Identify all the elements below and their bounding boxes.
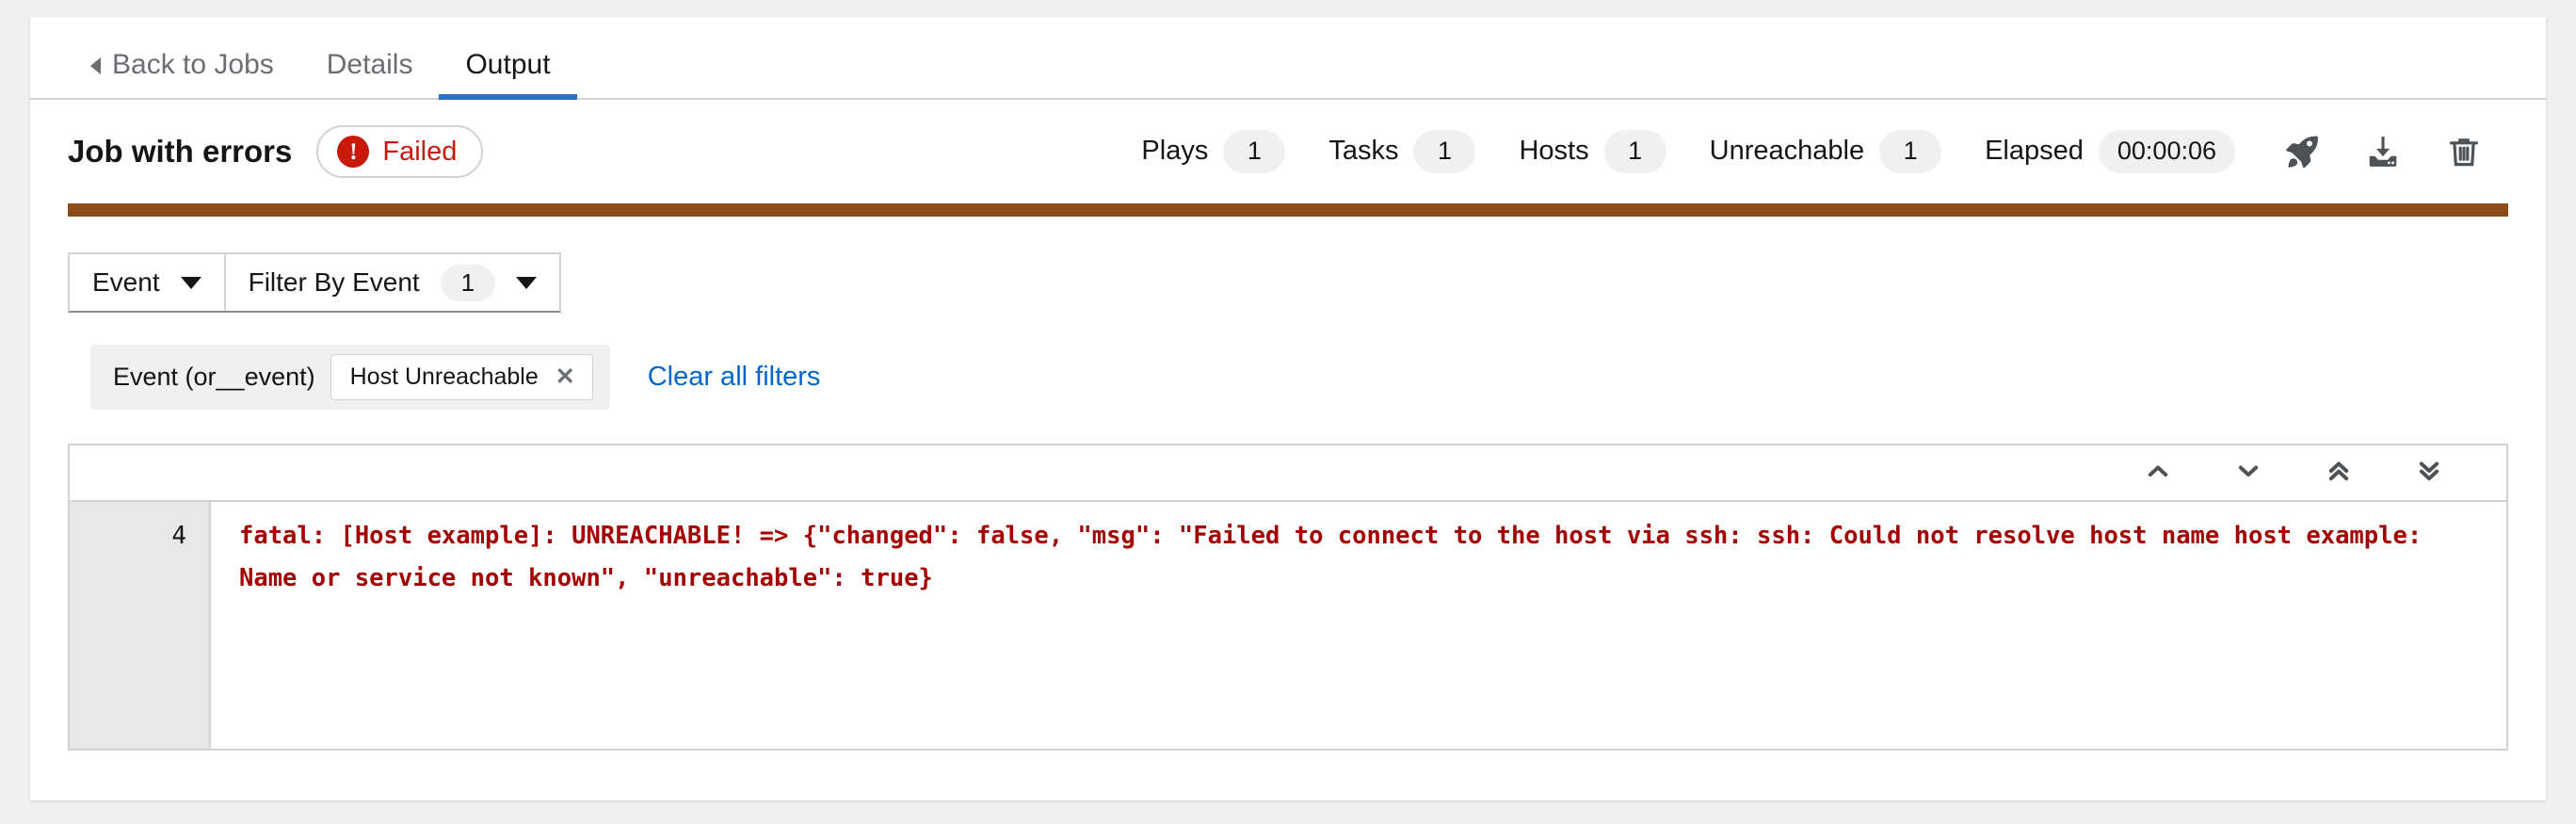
download-icon (2365, 134, 2401, 170)
scroll-previous-button[interactable] (2113, 446, 2203, 499)
stat-plays-value: 1 (1223, 130, 1285, 172)
stat-plays: Plays 1 (1141, 130, 1285, 172)
tab-details[interactable]: Details (300, 51, 440, 98)
output-panel: 4 fatal: [Host example]: UNREACHABLE! =>… (68, 444, 2508, 751)
scroll-first-button[interactable] (2294, 446, 2384, 499)
stat-hosts-value: 1 (1604, 130, 1666, 172)
close-icon[interactable]: ✕ (555, 365, 575, 389)
tab-output-label: Output (465, 51, 550, 79)
stat-tasks-value: 1 (1413, 130, 1475, 172)
stat-unreachable-label: Unreachable (1710, 136, 1864, 167)
output-nav-toolbar (70, 445, 2506, 502)
page-title: Job with errors (68, 134, 292, 170)
tab-back-to-jobs[interactable]: Back to Jobs (68, 51, 300, 98)
tab-bar: Back to Jobs Details Output (30, 17, 2546, 100)
filter-type-select[interactable]: Event (70, 254, 224, 311)
output-line-text: fatal: [Host example]: UNREACHABLE! => {… (211, 502, 2506, 749)
tab-output[interactable]: Output (439, 51, 576, 98)
tab-details-label: Details (327, 51, 413, 79)
stat-elapsed-label: Elapsed (1985, 136, 2084, 167)
stat-tasks: Tasks 1 (1328, 130, 1475, 172)
job-header-actions (2262, 119, 2504, 185)
chevron-double-down-icon (2416, 458, 2442, 489)
chevron-up-icon (2145, 458, 2171, 489)
chevron-down-icon (2235, 458, 2262, 489)
rocket-icon (2284, 134, 2320, 170)
stat-elapsed: Elapsed 00:00:06 (1985, 130, 2235, 172)
status-badge: ! Failed (316, 125, 483, 178)
download-output-button[interactable] (2343, 119, 2423, 185)
filter-chip[interactable]: Host Unreachable ✕ (330, 354, 593, 400)
stat-unreachable: Unreachable 1 (1710, 130, 1941, 172)
output-line-number: 4 (70, 515, 186, 557)
filter-by-event-select[interactable]: Filter By Event 1 (224, 254, 560, 311)
relaunch-button[interactable] (2262, 119, 2343, 185)
chevron-left-icon (90, 57, 101, 74)
filter-chip-group: Event (or__event) Host Unreachable ✕ (90, 345, 610, 410)
scroll-last-button[interactable] (2384, 446, 2474, 499)
output-console[interactable]: 4 fatal: [Host example]: UNREACHABLE! =>… (70, 502, 2506, 749)
output-line-numbers: 4 (70, 502, 211, 749)
tab-back-to-jobs-label: Back to Jobs (112, 51, 274, 79)
exclamation-circle-icon: ! (337, 136, 369, 168)
stat-plays-label: Plays (1141, 136, 1208, 167)
filter-select-group: Event Filter By Event 1 (68, 252, 561, 313)
stat-hosts: Hosts 1 (1519, 130, 1666, 172)
filter-chip-label: Host Unreachable (350, 364, 539, 391)
job-stats: Plays 1 Tasks 1 Hosts 1 Unreachable 1 El… (1141, 130, 2235, 172)
stat-elapsed-value: 00:00:06 (2099, 130, 2235, 172)
scroll-next-button[interactable] (2203, 446, 2294, 499)
filter-chip-group-label: Event (or__event) (107, 363, 315, 392)
stat-unreachable-value: 1 (1879, 130, 1941, 172)
active-filters-row: Event (or__event) Host Unreachable ✕ Cle… (30, 313, 2546, 410)
stat-hosts-label: Hosts (1519, 136, 1588, 167)
chevron-down-icon (516, 277, 537, 289)
output-panel-wrap: 4 fatal: [Host example]: UNREACHABLE! =>… (30, 410, 2546, 751)
delete-job-button[interactable] (2423, 119, 2504, 185)
filter-by-event-select-label: Filter By Event (249, 267, 420, 298)
trash-icon (2446, 134, 2482, 170)
filter-by-event-badge: 1 (441, 265, 495, 301)
clear-all-filters-link[interactable]: Clear all filters (648, 362, 821, 393)
chevron-down-icon (181, 277, 201, 289)
chevron-double-up-icon (2326, 458, 2352, 489)
filter-toolbar: Event Filter By Event 1 (30, 217, 2546, 313)
stat-tasks-label: Tasks (1328, 136, 1398, 167)
job-progress-wrap (30, 203, 2546, 217)
job-output-page: Back to Jobs Details Output Job with err… (30, 17, 2546, 800)
job-header: Job with errors ! Failed Plays 1 Tasks 1… (30, 100, 2546, 203)
job-progress-bar (68, 203, 2508, 217)
status-badge-label: Failed (382, 137, 457, 168)
filter-type-select-label: Event (92, 267, 160, 298)
